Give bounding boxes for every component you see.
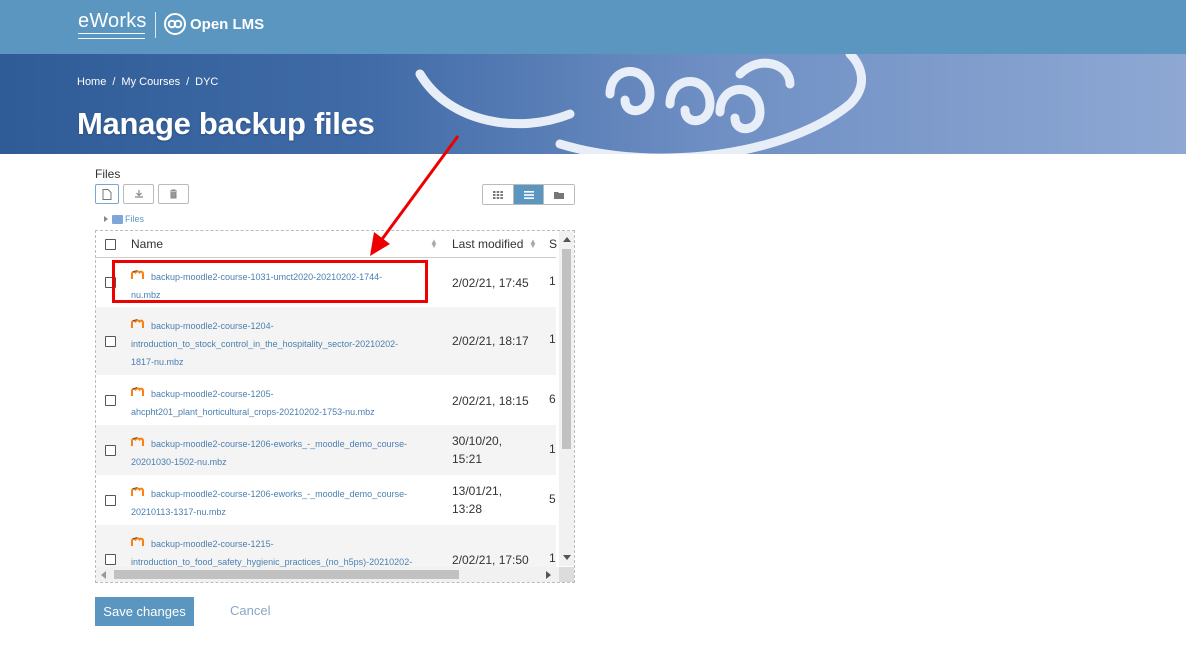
row-checkbox[interactable] xyxy=(105,554,116,565)
column-header-size[interactable]: S xyxy=(549,237,557,251)
moodle-icon xyxy=(131,385,151,403)
tree-view-button[interactable] xyxy=(544,185,574,204)
breadcrumb-separator: / xyxy=(186,76,190,88)
file-size: 5 xyxy=(549,492,556,506)
file-icon xyxy=(102,188,112,200)
file-name-link[interactable]: backup-moodle2-course-1206-eworks_-_mood… xyxy=(131,435,436,471)
list-view-button[interactable] xyxy=(513,185,545,204)
brand-logo[interactable]: eWorks xyxy=(78,10,147,33)
open-lms-label: Open LMS xyxy=(190,15,265,33)
breadcrumb-dyc[interactable]: DYC xyxy=(195,76,218,88)
folder-tree[interactable]: Files xyxy=(104,214,144,224)
annotation-arrow xyxy=(370,135,460,256)
cancel-link[interactable]: Cancel xyxy=(230,603,270,618)
tree-root-label[interactable]: Files xyxy=(125,214,144,224)
brand-separator xyxy=(155,12,156,38)
decorative-swirl-pattern xyxy=(415,54,867,154)
moodle-icon xyxy=(131,485,151,503)
sort-icon[interactable]: ▲ ▼ xyxy=(529,238,537,250)
download-button[interactable] xyxy=(123,184,154,204)
trash-icon xyxy=(170,189,177,199)
file-size: 6 xyxy=(549,392,556,406)
scrollbar-thumb[interactable] xyxy=(114,570,459,579)
moodle-icon xyxy=(131,317,151,335)
highlight-box xyxy=(112,260,428,303)
top-bar: eWorks Open LMS xyxy=(0,0,1186,54)
row-checkbox[interactable] xyxy=(105,395,116,406)
table-row[interactable]: backup-moodle2-course-1204- introduction_… xyxy=(96,307,556,375)
file-date: 2/02/21, 18:15 xyxy=(452,394,529,408)
folder-icon xyxy=(554,191,565,199)
download-icon xyxy=(134,190,143,198)
table-header: Name ▲ ▼ Last modified ▲ ▼ S xyxy=(96,231,557,258)
open-lms-icon xyxy=(164,13,186,35)
open-lms-logo[interactable]: Open LMS xyxy=(164,11,264,37)
scrollbar-corner xyxy=(559,567,574,582)
file-date: 2/02/21, 18:17 xyxy=(452,334,529,348)
table-row[interactable]: backup-moodle2-course-1206-eworks_-_mood… xyxy=(96,475,556,525)
file-size: 1 xyxy=(549,442,556,456)
scrollbar-thumb[interactable] xyxy=(562,249,571,449)
file-name-link[interactable]: backup-moodle2-course-1205- ahcpht201_pla… xyxy=(131,385,436,421)
file-size: 1 xyxy=(549,551,556,565)
file-date: 2/02/21, 17:45 xyxy=(452,276,529,290)
file-date: 30/10/20, 15:21 xyxy=(452,434,503,466)
table-row[interactable]: backup-moodle2-course-1206-eworks_-_mood… xyxy=(96,425,556,475)
folder-icon xyxy=(112,214,123,224)
add-file-button[interactable] xyxy=(95,184,119,204)
file-size: 1 xyxy=(549,274,556,288)
save-changes-button[interactable]: Save changes xyxy=(95,597,194,626)
scroll-down-icon[interactable] xyxy=(563,555,571,560)
scroll-right-icon[interactable] xyxy=(546,571,551,579)
grid-icon xyxy=(492,190,503,199)
files-label: Files xyxy=(95,167,121,181)
delete-button[interactable] xyxy=(158,184,189,204)
row-checkbox[interactable] xyxy=(105,445,116,456)
breadcrumb-separator: / xyxy=(112,76,116,88)
breadcrumb-my-courses[interactable]: My Courses xyxy=(121,76,180,88)
breadcrumb-home[interactable]: Home xyxy=(77,76,106,88)
page-header-banner: Home / My Courses / DYC Manage backup files xyxy=(0,54,1186,154)
brand-underline xyxy=(78,33,145,39)
file-name-link[interactable]: backup-moodle2-course-1204- introduction_… xyxy=(131,317,436,371)
vertical-scrollbar[interactable] xyxy=(559,231,574,566)
table-row[interactable]: backup-moodle2-course-1205- ahcpht201_pla… xyxy=(96,375,556,425)
select-all-checkbox[interactable] xyxy=(105,239,116,250)
file-name-link[interactable]: backup-moodle2-course-1206-eworks_-_mood… xyxy=(131,485,436,521)
breadcrumb: Home / My Courses / DYC xyxy=(77,76,218,88)
file-name-link[interactable]: backup-moodle2-course-1215- introduction_… xyxy=(131,535,436,571)
file-size: 1 xyxy=(549,332,556,346)
scroll-up-icon[interactable] xyxy=(563,237,571,242)
moodle-icon xyxy=(131,535,151,553)
list-icon xyxy=(523,190,534,199)
view-mode-switcher xyxy=(482,184,575,205)
scroll-left-icon[interactable] xyxy=(101,571,106,579)
page-title: Manage backup files xyxy=(77,106,375,141)
row-checkbox[interactable] xyxy=(105,495,116,506)
column-header-name[interactable]: Name xyxy=(131,237,163,251)
row-checkbox[interactable] xyxy=(105,336,116,347)
file-date: 13/01/21, 13:28 xyxy=(452,484,503,516)
horizontal-scrollbar[interactable] xyxy=(96,567,559,582)
expand-icon[interactable] xyxy=(104,216,108,222)
icon-view-button[interactable] xyxy=(483,185,514,204)
moodle-icon xyxy=(131,435,151,453)
